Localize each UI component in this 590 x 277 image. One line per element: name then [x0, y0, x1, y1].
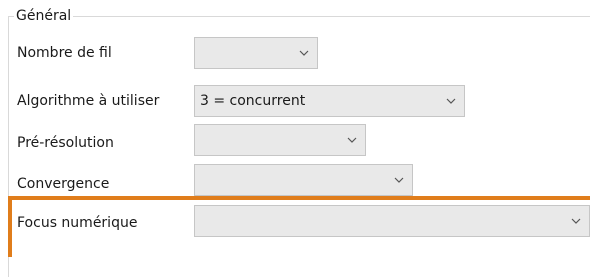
label-algorithme: Algorithme à utiliser [17, 93, 160, 109]
convergence-dropdown[interactable] [194, 164, 413, 196]
chevron-down-icon [299, 50, 309, 56]
label-focus-numerique: Focus numérique [17, 215, 138, 231]
label-convergence: Convergence [17, 176, 110, 192]
algorithme-value: 3 = concurrent [200, 93, 306, 109]
pre-resolution-dropdown[interactable] [194, 124, 366, 156]
chevron-down-icon [571, 218, 581, 224]
label-nombre-de-fil: Nombre de fil [17, 45, 112, 61]
label-pre-resolution: Pré-résolution [17, 135, 114, 151]
nombre-de-fil-dropdown[interactable] [194, 37, 318, 69]
algorithme-dropdown[interactable]: 3 = concurrent [194, 85, 465, 117]
chevron-down-icon [446, 98, 456, 104]
chevron-down-icon [347, 137, 357, 143]
focus-numerique-dropdown[interactable] [194, 205, 590, 237]
chevron-down-icon [394, 177, 404, 183]
group-title: Général [14, 7, 74, 25]
